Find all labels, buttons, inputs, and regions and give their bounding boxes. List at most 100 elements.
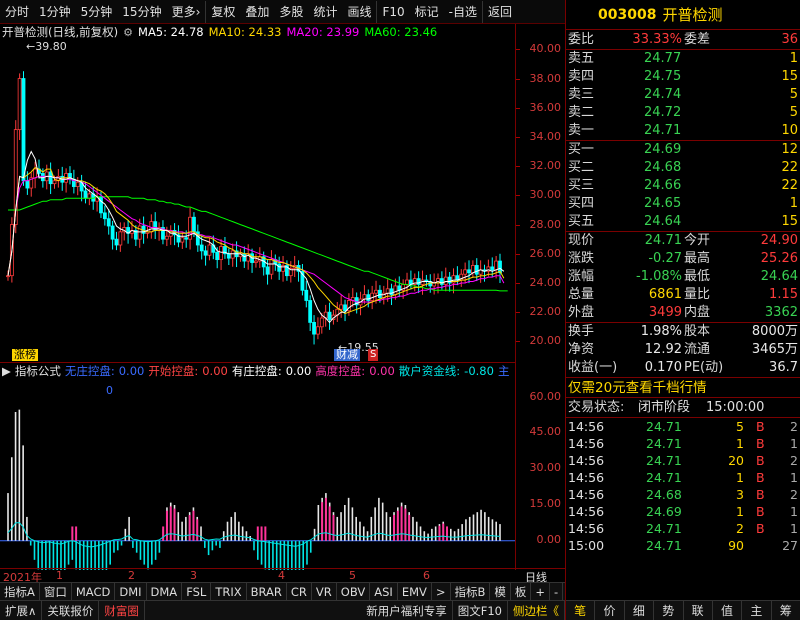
sidebar-toggle-button[interactable]: 侧边栏《 <box>508 600 565 620</box>
buy-order-row[interactable]: 买五 24.64 15 <box>566 213 800 231</box>
buy-order-row[interactable]: 买三 24.66 22 <box>566 177 800 195</box>
order-level-label: 卖二 <box>568 105 595 120</box>
toolbar-button-f10[interactable]: F10 <box>376 0 409 23</box>
indicator-tab[interactable]: 窗口 <box>40 582 72 601</box>
quote-row: 现价 24.71 今开 24.90 <box>566 232 800 250</box>
quote-panel-tab[interactable]: 笔 <box>566 601 596 620</box>
price-tick-mark <box>516 136 520 138</box>
buy-order-row[interactable]: 买一 24.69 12 <box>566 141 800 159</box>
indicator-arrow-icon[interactable]: ▶ <box>2 364 11 378</box>
candlestick-chart[interactable] <box>0 40 515 360</box>
tick-time: 14:56 <box>568 487 605 502</box>
f10-graphic-button[interactable]: 图文F10 <box>453 600 508 620</box>
toolbar-button-1min[interactable]: 1分钟 <box>34 1 76 23</box>
toolbar-button-restore-rights[interactable]: 复权 <box>205 0 240 23</box>
stock-name: 开普检测 <box>662 6 723 24</box>
quote-panel-tab[interactable]: 联 <box>684 601 713 620</box>
toolbar-button-multi-stock[interactable]: 多股 <box>274 1 308 23</box>
candle-body <box>366 294 371 301</box>
price-tick-mark <box>516 341 520 343</box>
webi-value: 33.33% <box>632 32 682 47</box>
sell-order-row[interactable]: 卖二 24.72 5 <box>566 104 800 122</box>
candle-body <box>25 180 30 189</box>
indicator-tab[interactable]: + <box>531 582 551 601</box>
tick-volume: 20 <box>728 453 744 468</box>
indicator-tab[interactable]: EMV <box>398 582 432 601</box>
wecha-value: 36 <box>781 32 798 47</box>
indicator-tab[interactable]: DMI <box>115 582 147 601</box>
order-level-label: 买二 <box>568 160 595 175</box>
candle-body <box>277 263 282 272</box>
quote-value: 24.64 <box>760 269 798 284</box>
indicator-tab[interactable]: 指标A <box>0 582 40 601</box>
tick-list[interactable]: 14:56 24.71 5 B 2 14:56 24.71 1 B 1 14:56 24.71 20 B 2… <box>566 417 800 554</box>
indicator-tab[interactable]: VR <box>312 582 337 601</box>
event-tag-finance[interactable]: 财减 <box>334 349 360 361</box>
quote-panel-tab[interactable]: 细 <box>625 601 655 620</box>
indicator-tab[interactable]: > <box>432 582 451 601</box>
toolbar-button-draw-line[interactable]: 画线 <box>342 1 376 23</box>
order-volume: 10 <box>781 123 798 138</box>
financial-value: 8000万 <box>751 324 798 339</box>
sell-order-row[interactable]: 卖三 24.74 5 <box>566 86 800 104</box>
toolbar-button-intraday[interactable]: 分时 <box>0 1 34 23</box>
toolbar-button-more[interactable]: 更多› <box>167 1 206 23</box>
toolbar-button-overlay[interactable]: 叠加 <box>240 1 274 23</box>
quote-panel-tab[interactable]: 主 <box>742 601 772 620</box>
indicator-tab[interactable]: 指标B <box>451 582 491 601</box>
promo-link[interactable]: 仅需20元查看千档行情 <box>568 378 707 398</box>
indicator-tab[interactable]: DMA <box>147 582 183 601</box>
event-tag-s[interactable]: S <box>368 349 379 361</box>
price-axis: 40.00 38.00 36.00 34.00 32.00 30.00 28.00 26.00… <box>515 24 565 570</box>
tick-row: 14:56 24.71 1 B 1 <box>566 435 800 452</box>
toolbar-button-remove-watchlist[interactable]: -自选 <box>444 1 482 23</box>
sell-order-row[interactable]: 卖五 24.77 1 <box>566 50 800 68</box>
settings-icon[interactable]: ⚙ <box>123 26 133 39</box>
toolbar-button-15min[interactable]: 15分钟 <box>117 1 166 23</box>
indicator-tab[interactable]: 模 <box>490 582 511 601</box>
order-price: 24.75 <box>644 69 682 84</box>
candle-body <box>99 196 103 214</box>
tick-time: 14:56 <box>568 521 605 536</box>
indicator-tab[interactable]: TRIX <box>211 582 247 601</box>
related-quotes-button[interactable]: 关联报价 <box>42 600 100 620</box>
indicator-tab[interactable]: FSL <box>182 582 212 601</box>
indicator-tab[interactable]: BRAR <box>247 582 287 601</box>
financial-row: 收益(一) 0.170 PE(动) 36.7 <box>566 359 800 377</box>
indicator-name[interactable]: 指标公式 <box>15 363 61 378</box>
buy-order-row[interactable]: 买二 24.68 22 <box>566 159 800 177</box>
quote-panel-tab[interactable]: 价 <box>595 601 625 620</box>
trade-status-label: 交易状态: <box>568 400 625 415</box>
price-tick-mark <box>516 195 520 197</box>
ma5-label: MA5: 24.78 <box>138 25 204 39</box>
tick-price: 24.71 <box>646 436 682 451</box>
tick-volume: 90 <box>728 538 744 553</box>
sell-order-row[interactable]: 卖一 24.71 10 <box>566 122 800 140</box>
buy-order-row[interactable]: 买四 24.65 1 <box>566 195 800 213</box>
quote-panel-tab[interactable]: 值 <box>713 601 743 620</box>
quote-panel-tab[interactable]: 势 <box>654 601 684 620</box>
indicator-tab[interactable]: CR <box>287 582 312 601</box>
candle-body <box>463 269 468 275</box>
indicator-tab[interactable]: - <box>550 582 564 601</box>
indicator-tab[interactable]: OBV <box>337 582 371 601</box>
toolbar-button-statistics[interactable]: 统计 <box>308 1 342 23</box>
promo-row[interactable]: 仅需20元查看千档行情 <box>566 377 800 397</box>
sell-order-row[interactable]: 卖四 24.75 15 <box>566 68 800 86</box>
indicator-tab[interactable]: ASI <box>370 582 398 601</box>
indicator-chart[interactable] <box>0 378 515 570</box>
quote-value: 24.71 <box>644 233 682 248</box>
event-tag-gainers[interactable]: 涨榜 <box>12 349 38 361</box>
toolbar-button-mark[interactable]: 标记 <box>410 1 444 23</box>
toolbar-button-5min[interactable]: 5分钟 <box>76 1 118 23</box>
candle-body <box>242 253 247 262</box>
candle-body <box>343 304 347 312</box>
expand-button[interactable]: 扩展∧ <box>0 600 43 620</box>
tick-price: 24.71 <box>646 538 682 553</box>
indicator-tab[interactable]: MACD <box>72 582 116 601</box>
wealth-circle-button[interactable]: 财富圈 <box>99 600 145 620</box>
quote-panel-tab[interactable]: 筹 <box>772 601 800 620</box>
indicator-tab[interactable]: 板 <box>511 582 532 601</box>
toolbar-button-back[interactable]: 返回 <box>482 0 517 23</box>
new-user-benefit-link[interactable]: 新用户福利专享 <box>361 600 453 620</box>
